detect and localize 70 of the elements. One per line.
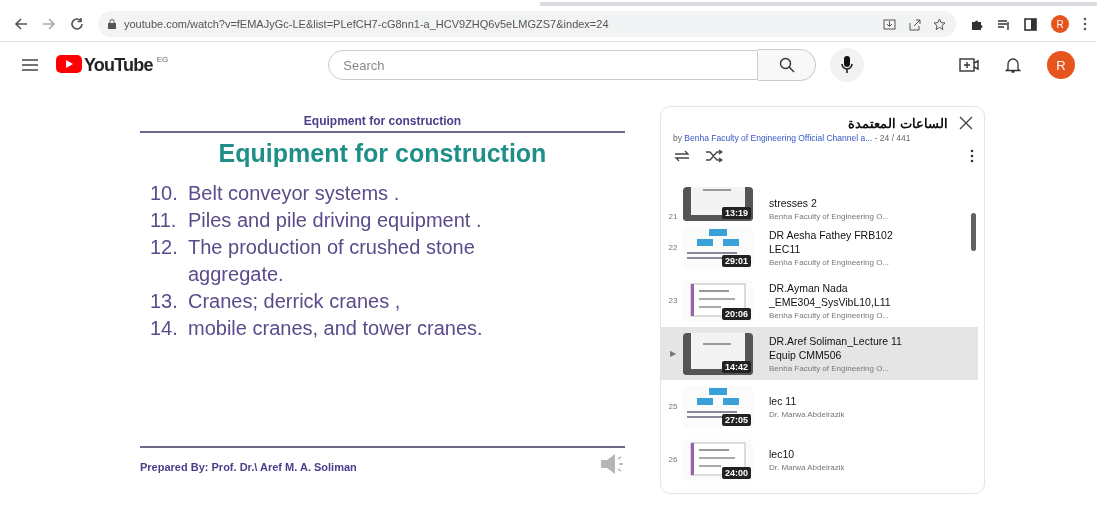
install-icon[interactable]: [883, 17, 896, 31]
duration-badge: 13:19: [721, 207, 751, 219]
play-logo-icon[interactable]: [56, 54, 82, 73]
video-title: lec10: [769, 447, 796, 461]
channel-name: Benha Faculty of Engineering O...: [769, 364, 891, 373]
user-avatar[interactable]: R: [1047, 51, 1075, 79]
shuffle-icon[interactable]: [705, 149, 723, 163]
playlist-title: الساعات المعتمدة: [848, 115, 948, 131]
queue-icon[interactable]: [997, 17, 1010, 31]
item-number: 13.: [150, 289, 179, 314]
mic-button[interactable]: [830, 48, 865, 82]
slide-item-text: The production of crushed stone aggregate.: [188, 235, 476, 287]
channel-link[interactable]: Benha Faculty of Engineering Official Channel a...: [684, 133, 873, 143]
item-index: 22: [667, 243, 679, 252]
slide-item-text: Cranes; derrick cranes ,: [188, 289, 401, 314]
video-title: DR.Aref Soliman_Lecture 11 Equip CMM506: [769, 334, 903, 362]
video-title: DR.Ayman Nada _EME304_SysVibL10,L11: [769, 281, 892, 309]
item-number: 11.: [150, 208, 178, 233]
bell-icon[interactable]: [1005, 56, 1021, 74]
channel-name: Benha Faculty of Engineering O...: [769, 212, 891, 221]
slide-title: Equipment for construction: [217, 139, 548, 168]
slide-footer: Prepared By: Prof. Dr.\ Aref M. A. Soliman: [140, 461, 357, 473]
search-field[interactable]: Search: [328, 50, 759, 80]
channel-name: Dr. Marwa Abdelrazik: [769, 410, 846, 419]
menu-icon[interactable]: [22, 59, 38, 71]
slide-item-text: Belt conveyor systems .: [188, 181, 400, 206]
address-bar[interactable]: youtube.com/watch?v=fEMAJyGc-LE&list=PLefCH7-cG8nn1-a_HCV9ZHQ6v5eLMGZS7&index=24: [98, 11, 956, 37]
video-title: stresses 2: [769, 196, 818, 210]
channel-name: Benha Faculty of Engineering O...: [769, 258, 891, 267]
channel-name: Benha Faculty of Engineering O...: [769, 311, 891, 320]
playlist-item[interactable]: 25 27:05 lec 11 Dr. Marwa Abdelrazik: [661, 380, 978, 433]
playlist-item[interactable]: 22 29:01 DR Aesha Fathey FRB102 LEC11 Benha Faculty of Engineering O...: [661, 221, 978, 274]
mic-icon: [841, 56, 854, 74]
playlist-item[interactable]: 21 13:19 stresses 2 Benha Faculty of Engineering O...: [661, 183, 978, 221]
item-index: 23: [667, 296, 679, 305]
item-number: 12.: [150, 235, 179, 260]
playlist-item[interactable]: ▶ 14:42 DR.Aref Soliman_Lecture 11 Equip CMM506 Benha Faculty of Engineering O...: [661, 327, 978, 380]
item-number: 14.: [150, 316, 179, 341]
url-text: youtube.com/watch?v=fEMAJyGc-LE&list=PLefCH7-cG8nn1-a_HCV9ZHQ6v5eLMGZS7&index=24: [124, 18, 609, 30]
lock-icon: [108, 19, 116, 29]
video-title: lec 11: [769, 394, 798, 408]
profile-avatar[interactable]: R: [1051, 15, 1069, 33]
slide-item-text: mobile cranes, and tower cranes.: [188, 316, 483, 341]
star-icon[interactable]: [933, 17, 946, 31]
slide-header: Equipment for construction: [302, 114, 463, 128]
playlist-item[interactable]: 26 24:00 lec10 Dr. Marwa Abdelrazik: [661, 433, 978, 486]
reload-icon[interactable]: [70, 17, 84, 31]
more-icon[interactable]: [970, 149, 974, 163]
item-index: 26: [667, 455, 679, 464]
scrollbar[interactable]: [971, 213, 976, 251]
playlist-owner-line: by Benha Faculty of Engineering Official Channel a... - 24 / 441: [673, 133, 912, 143]
video-title: DR Aesha Fathey FRB102 LEC11: [769, 228, 894, 256]
item-index: 21: [667, 212, 679, 221]
item-number: 10.: [150, 181, 179, 206]
logo-text: YouTube: [84, 54, 153, 76]
create-icon[interactable]: [959, 57, 979, 73]
country-code: EG: [156, 54, 169, 64]
more-icon[interactable]: [1083, 17, 1087, 31]
playlist-item[interactable]: 23 20:06 DR.Ayman Nada _EME304_SysVibL10,L11 Benha Faculty of Engineering O...: [661, 274, 978, 327]
search-icon: [778, 57, 795, 73]
search-button[interactable]: [758, 49, 817, 81]
channel-name: Dr. Marwa Abdelrazik: [769, 463, 846, 472]
loop-icon[interactable]: [673, 149, 691, 163]
item-index: 25: [667, 402, 679, 411]
back-icon[interactable]: [14, 17, 28, 31]
share-icon[interactable]: [908, 17, 921, 31]
slide-item-text: Piles and pile driving equipment .: [188, 208, 482, 233]
close-icon[interactable]: [958, 115, 974, 131]
sidepanel-icon[interactable]: [1024, 17, 1037, 31]
item-index: ▶: [669, 349, 677, 358]
